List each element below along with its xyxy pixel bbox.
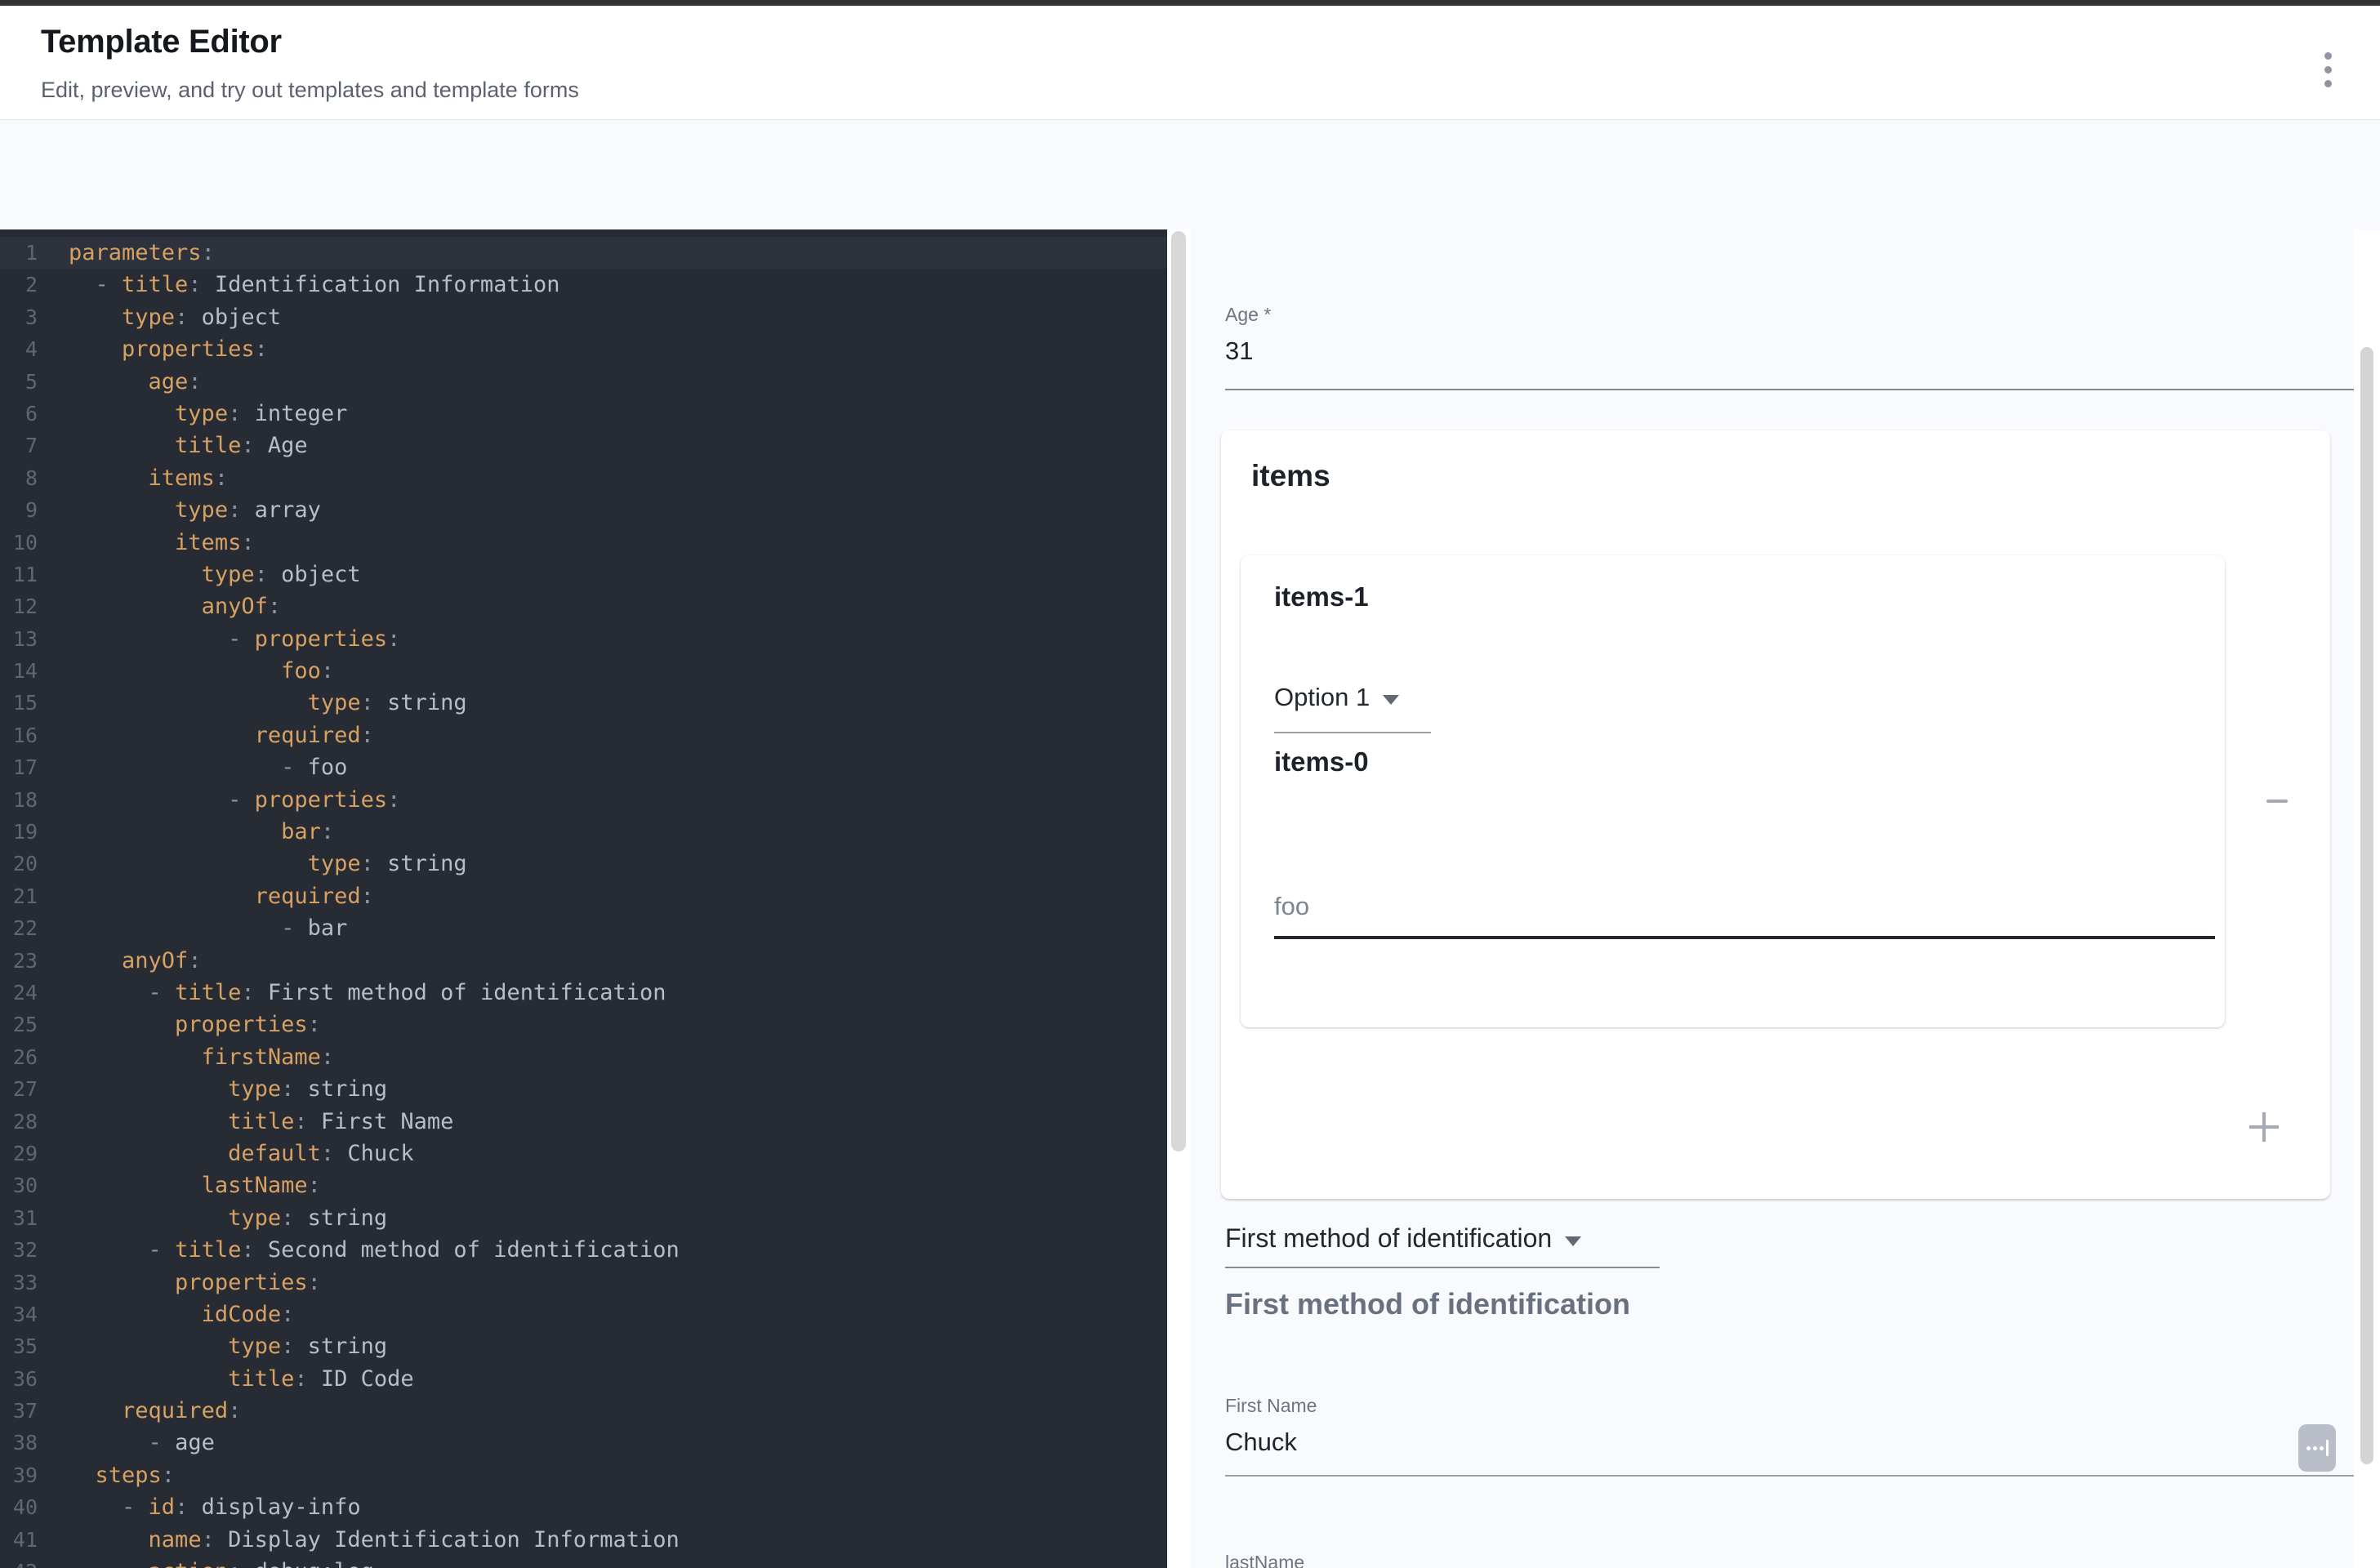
caret-down-icon <box>1383 695 1399 705</box>
code-line: 9 type: array <box>0 494 1167 526</box>
minus-icon <box>2266 800 2288 803</box>
code-line: 13 - properties: <box>0 623 1167 655</box>
editor-scrollbar-thumb[interactable] <box>1171 231 1186 1152</box>
yaml-code-editor[interactable]: 1parameters:2 - title: Identification In… <box>0 229 1167 1568</box>
first-name-input[interactable]: Chuck <box>1225 1428 1297 1457</box>
code-line: 7 title: Age <box>0 430 1167 461</box>
code-line: 25 properties: <box>0 1009 1167 1040</box>
code-line: 34 idCode: <box>0 1298 1167 1330</box>
method-select-value: First method of identification <box>1225 1223 1552 1254</box>
code-line: 39 steps: <box>0 1459 1167 1491</box>
code-line: 12 anyOf: <box>0 590 1167 622</box>
code-line: 37 required: <box>0 1395 1167 1427</box>
foo-input[interactable]: foo <box>1274 892 1309 921</box>
code-line: 36 title: ID Code <box>0 1363 1167 1395</box>
code-line: 8 items: <box>0 462 1167 494</box>
option-select-underline <box>1274 732 1431 733</box>
autofill-icon[interactable] <box>2298 1424 2336 1472</box>
items-card-title: items <box>1251 459 1330 493</box>
code-line: 27 type: string <box>0 1073 1167 1105</box>
code-line: 1parameters: <box>0 237 1167 269</box>
code-line: 5 age: <box>0 366 1167 398</box>
add-item-button[interactable] <box>2235 1098 2293 1156</box>
code-line: 29 default: Chuck <box>0 1138 1167 1169</box>
page-header: Template Editor Edit, preview, and try o… <box>0 6 2380 120</box>
code-line: 31 type: string <box>0 1202 1167 1234</box>
code-line: 2 - title: Identification Information <box>0 269 1167 301</box>
page-title: Template Editor <box>41 24 282 60</box>
age-input[interactable]: 31 <box>1225 336 1253 366</box>
code-line: 16 required: <box>0 719 1167 751</box>
code-line: 41 name: Display Identification Informat… <box>0 1524 1167 1556</box>
code-line: 14 foo: <box>0 655 1167 687</box>
code-line: 4 properties: <box>0 333 1167 365</box>
code-line: 20 type: string <box>0 848 1167 880</box>
first-name-underline <box>1225 1475 2354 1477</box>
method-section-heading: First method of identification <box>1225 1287 1630 1321</box>
code-line: 6 type: integer <box>0 398 1167 430</box>
template-loader-section: Load Existing Template Identification Te… <box>0 120 2380 229</box>
kebab-menu-icon[interactable] <box>2310 45 2346 94</box>
last-name-label: lastName <box>1225 1552 1304 1568</box>
code-line: 32 - title: Second method of identificat… <box>0 1234 1167 1266</box>
code-line: 40 - id: display-info <box>0 1491 1167 1523</box>
code-line: 38 - age <box>0 1427 1167 1459</box>
code-line: 30 lastName: <box>0 1169 1167 1201</box>
code-line: 28 title: First Name <box>0 1106 1167 1138</box>
age-field-label: Age * <box>1225 304 1271 326</box>
code-line: 21 required: <box>0 880 1167 912</box>
code-line: 11 type: object <box>0 559 1167 590</box>
code-line: 18 - properties: <box>0 784 1167 816</box>
sub-item-title: items-0 <box>1274 746 1369 777</box>
item-entry-card <box>1241 555 2225 1027</box>
page-scrollbar-thumb[interactable] <box>2360 347 2373 1464</box>
code-line: 22 - bar <box>0 912 1167 944</box>
method-select-underline <box>1225 1267 1660 1268</box>
code-line: 26 firstName: <box>0 1041 1167 1073</box>
code-line: 3 type: object <box>0 301 1167 333</box>
code-line: 42 action: debug:log <box>0 1556 1167 1568</box>
code-line: 17 - foo <box>0 751 1167 783</box>
code-line: 35 type: string <box>0 1330 1167 1362</box>
foo-input-underline <box>1274 936 2215 939</box>
code-line: 23 anyOf: <box>0 945 1167 977</box>
code-line: 33 properties: <box>0 1267 1167 1298</box>
option-select[interactable]: Option 1 <box>1274 683 1399 712</box>
first-name-label: First Name <box>1225 1395 1317 1417</box>
method-select[interactable]: First method of identification <box>1225 1223 1581 1254</box>
code-lines: 1parameters:2 - title: Identification In… <box>0 237 1167 1568</box>
item-entry-title: items-1 <box>1274 581 1369 612</box>
code-line: 10 items: <box>0 527 1167 559</box>
remove-item-button[interactable] <box>2253 780 2302 822</box>
code-line: 15 type: string <box>0 687 1167 719</box>
page-subtitle: Edit, preview, and try out templates and… <box>41 78 579 103</box>
template-editor-page: Template Editor Edit, preview, and try o… <box>0 0 2380 1568</box>
window-top-strip <box>0 0 2380 6</box>
code-line: 19 bar: <box>0 816 1167 848</box>
age-input-underline <box>1225 389 2354 390</box>
code-line: 24 - title: First method of identificati… <box>0 977 1167 1009</box>
caret-down-icon <box>1565 1236 1581 1246</box>
option-select-value: Option 1 <box>1274 683 1370 712</box>
